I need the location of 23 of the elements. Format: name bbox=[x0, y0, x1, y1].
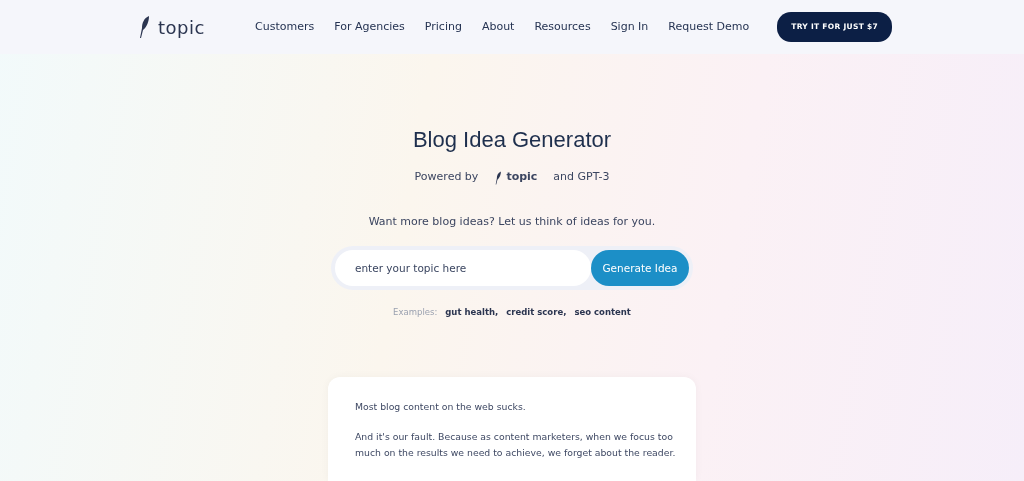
body-paragraph: And it's our fault. Because as content marketers, when we focus too much on the results we need to achieve, we forget about the reader. bbox=[355, 430, 676, 461]
powered-by-text: Powered by bbox=[414, 169, 479, 186]
example-link[interactable]: seo content bbox=[574, 306, 631, 320]
logo-text: topic bbox=[506, 169, 538, 186]
page-title: Blog Idea Generator bbox=[412, 127, 612, 154]
nav-link[interactable]: Resources bbox=[534, 18, 591, 36]
topic-search-field[interactable]: enter your topic here Generate Idea bbox=[331, 246, 693, 291]
body-paragraph: Most blog content on the web sucks. bbox=[355, 400, 527, 415]
nav-link[interactable]: For Agencies bbox=[334, 18, 405, 36]
example-link[interactable]: gut health, bbox=[445, 306, 499, 320]
feather-icon bbox=[494, 170, 503, 185]
examples-label: Examples: bbox=[393, 306, 438, 320]
nav-link[interactable]: Request Demo bbox=[668, 18, 750, 36]
prompt-text: Want more blog ideas? Let us think of ideas for you. bbox=[368, 213, 656, 230]
nav-link[interactable]: Customers bbox=[255, 18, 315, 36]
feather-icon bbox=[138, 15, 150, 39]
generate-idea-button[interactable]: Generate Idea bbox=[591, 250, 689, 287]
example-link[interactable]: credit score, bbox=[506, 306, 567, 320]
nav-link[interactable]: Sign In bbox=[610, 18, 649, 36]
logo-text[interactable]: topic bbox=[158, 13, 205, 41]
nav-link[interactable]: Pricing bbox=[424, 18, 462, 36]
powered-by-text: and GPT-3 bbox=[553, 169, 610, 186]
nav-link[interactable]: About bbox=[481, 18, 515, 36]
